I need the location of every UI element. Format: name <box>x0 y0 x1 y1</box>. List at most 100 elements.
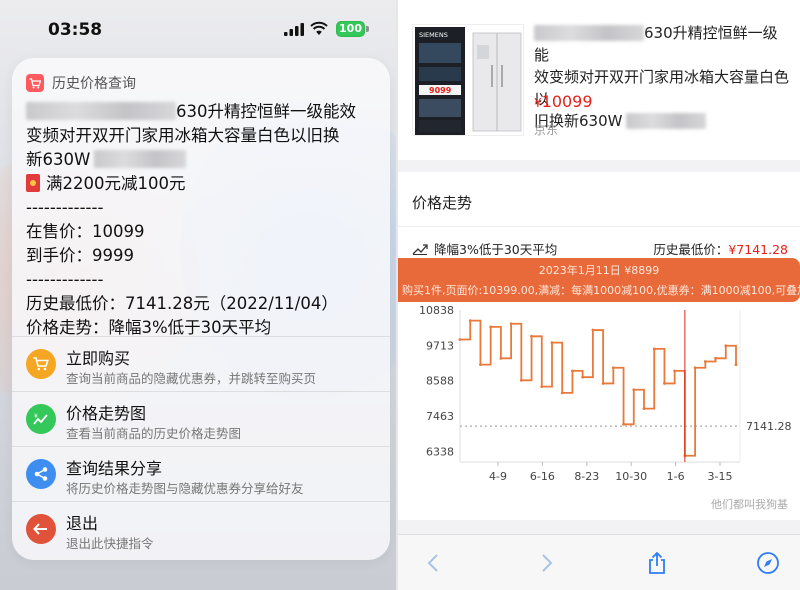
action-title: 退出 <box>66 514 99 533</box>
product-name-line1: 630升精控恒鲜一级能效 <box>176 102 356 121</box>
price-point <box>724 344 728 348</box>
browser-toolbar <box>398 534 800 590</box>
price-point <box>663 382 666 385</box>
redacted-model <box>94 150 187 168</box>
product-image: SIEMENS 9099 <box>412 24 524 136</box>
divider-top: ------------- <box>26 198 104 217</box>
chart-tooltip: 2023年1月11日 ¥8899 购买1件,页面价:10399.00,满减：每满… <box>398 258 800 302</box>
lowest-price-label: 7141.28 <box>746 420 792 433</box>
product-name: 630升精控恒鲜一级能 效变频对开双开门家用冰箱大容量白色以 旧换新630W <box>534 22 792 132</box>
price-point <box>571 369 574 373</box>
y-tick-label: 10838 <box>419 304 454 317</box>
red-packet-icon <box>26 174 40 192</box>
watermark: 他们都叫我狗基 <box>711 498 788 511</box>
product-price: ¥10099 <box>534 92 593 111</box>
action-buy-now[interactable]: 立即购买 查询当前商品的隐藏优惠券，并跳转至购买页 <box>12 336 390 391</box>
svg-text:9099: 9099 <box>429 86 452 95</box>
price-point <box>673 369 677 373</box>
price-point <box>540 385 544 388</box>
trend-title: 价格走势 <box>412 194 473 212</box>
action-price-trend[interactable]: ¥ 价格走势图 查看当前商品的历史价格走势图 <box>12 391 390 446</box>
tooltip-detail: 购买1件,页面价:10399.00,满减：每满1000减100,优惠券：满100… <box>402 284 800 297</box>
battery-icon: 100 <box>336 21 365 37</box>
action-list: 立即购买 查询当前商品的隐藏优惠券，并跳转至购买页 ¥ 价格走势图 查看当前商品… <box>12 336 390 556</box>
exit-icon <box>26 514 56 544</box>
price-history-page: SIEMENS 9099 630升精控恒鲜一级能 效变频对开双开门家用冰箱大容量… <box>398 0 800 590</box>
y-tick-label: 9713 <box>426 339 454 352</box>
cart-icon <box>26 349 56 379</box>
action-subtitle: 查询当前商品的隐藏优惠券，并跳转至购买页 <box>66 371 317 386</box>
svg-text:¥: ¥ <box>34 413 38 420</box>
coupon-text: 满2200元减100元 <box>46 174 186 193</box>
result-text: 630升精控恒鲜一级能效 变频对开双开门家用冰箱大容量白色以旧换 新630W 满… <box>26 100 382 340</box>
price-trend-icon: ¥ <box>26 404 56 434</box>
share-icon[interactable] <box>645 551 669 575</box>
price-point <box>550 341 554 345</box>
y-tick-label: 6338 <box>426 445 454 458</box>
lowest-price-line: 历史最低价：7141.28元（2022/11/04） <box>26 294 338 313</box>
forward-icon[interactable] <box>534 551 558 575</box>
action-title: 价格走势图 <box>66 404 147 423</box>
svg-text:SIEMENS: SIEMENS <box>419 31 448 39</box>
price-point <box>509 322 513 326</box>
price-point <box>581 375 585 379</box>
action-subtitle: 退出此快捷指令 <box>66 536 154 551</box>
price-point <box>611 366 615 370</box>
back-icon[interactable] <box>422 551 446 575</box>
price-point <box>560 391 564 395</box>
price-point <box>601 382 605 385</box>
divider-bottom: ------------- <box>26 270 104 289</box>
x-tick-label: 6-16 <box>530 470 555 483</box>
action-title: 立即购买 <box>66 349 131 368</box>
product-name-line3: 新630W <box>26 150 91 169</box>
lowest-price: 历史最低价：¥7141.28 <box>653 242 788 257</box>
price-point <box>530 334 533 338</box>
status-time: 03:58 <box>48 20 103 40</box>
price-point <box>693 366 697 370</box>
product-card[interactable]: SIEMENS 9099 630升精控恒鲜一级能 效变频对开双开门家用冰箱大容量… <box>398 0 800 160</box>
price-point <box>622 422 625 426</box>
redacted-brand <box>26 102 176 120</box>
price-point <box>652 347 656 351</box>
tooltip-date: 2023年1月11日 ¥8899 <box>538 264 660 277</box>
price-point <box>632 388 636 392</box>
action-title: 查询结果分享 <box>66 459 163 478</box>
price-chart[interactable]: 10838 9713 8588 7463 6338 7141.28 4-9 6-16 8-23 1… <box>398 302 800 492</box>
x-tick-label: 4-9 <box>489 470 507 483</box>
status-bar: 03:58 100 <box>0 0 396 56</box>
cellular-signal-icon <box>284 23 304 36</box>
trend-summary: 降幅3%低于30天平均 <box>412 239 557 258</box>
action-subtitle: 查看当前商品的历史价格走势图 <box>66 426 242 441</box>
share-icon <box>26 459 56 489</box>
wifi-icon <box>310 21 328 35</box>
x-tick-label: 3-15 <box>708 470 733 483</box>
final-price-label: 到手价： <box>26 246 92 265</box>
action-exit[interactable]: 退出 退出此快捷指令 <box>12 501 390 556</box>
price-value: 10099 <box>92 222 145 241</box>
redacted-brand <box>534 25 644 41</box>
action-subtitle: 将历史价格走势图与隐藏优惠券分享给好友 <box>66 481 304 496</box>
x-tick-label: 1-6 <box>667 470 685 483</box>
y-tick-label: 7463 <box>426 410 454 423</box>
trend-arrow-icon <box>412 243 428 255</box>
x-tick-label: 10-30 <box>615 470 647 483</box>
price-point <box>642 407 646 410</box>
redacted-model <box>626 113 707 129</box>
price-point <box>714 356 717 360</box>
price-point <box>703 360 707 363</box>
price-point <box>734 363 738 367</box>
final-price-value: 9999 <box>92 246 134 265</box>
price-point <box>499 356 503 360</box>
price-point <box>519 378 523 382</box>
price-series-line <box>460 319 737 457</box>
y-tick-label: 8588 <box>426 375 454 388</box>
price-point <box>458 338 462 341</box>
x-tick-label: 8-23 <box>574 470 599 483</box>
shortcut-screen: 03:58 100 历史价格查询 630升精控恒鲜一级能效 变频对开双开门家用冰… <box>0 0 396 590</box>
product-name-line2: 变频对开双开门家用冰箱大容量白色以旧换 <box>26 126 340 145</box>
card-header: 历史价格查询 <box>26 72 136 94</box>
app-cart-icon <box>26 74 44 92</box>
action-share[interactable]: 查询结果分享 将历史价格走势图与隐藏优惠券分享给好友 <box>12 446 390 501</box>
shop-name: 京东 <box>534 123 559 137</box>
compass-icon[interactable] <box>756 551 780 575</box>
